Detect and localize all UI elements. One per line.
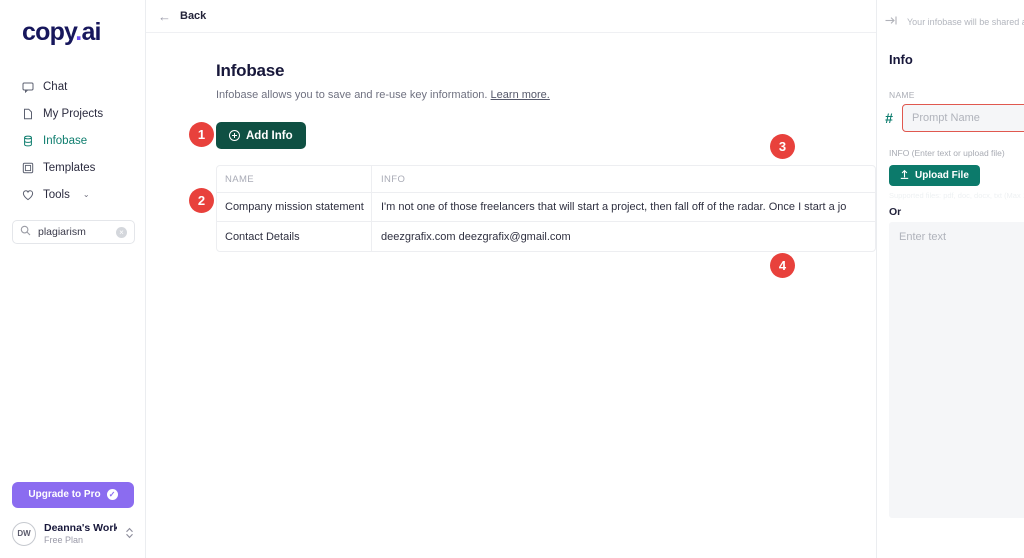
search-input[interactable] <box>38 226 109 238</box>
panel-title: Info <box>889 51 913 67</box>
hash-icon: # <box>885 110 893 126</box>
clear-circle-icon[interactable]: × <box>116 226 127 238</box>
panel-banner: Your infobase will be shared across your… <box>877 0 1024 31</box>
workspace-plan: Free Plan <box>44 534 84 545</box>
main-content: ← Back Infobase Infobase allows you to s… <box>146 0 876 558</box>
page-title: Infobase <box>216 61 285 80</box>
collapse-panel-icon[interactable] <box>885 13 898 31</box>
sidebar-item-tools[interactable]: Tools ⌄ <box>0 181 145 208</box>
supported-files-text: Supported files: pdf, doc, docx, txt (Ma… <box>889 191 1024 200</box>
table-row[interactable]: Company mission statement I'm not one of… <box>217 193 875 222</box>
sidebar-item-label: Templates <box>43 161 96 174</box>
or-label: Or <box>889 206 902 218</box>
step-marker-2: 2 <box>189 188 214 213</box>
table-header-cell-name: NAME <box>217 166 372 192</box>
infobase-page: Infobase Infobase allows you to save and… <box>146 33 876 252</box>
info-text-area[interactable] <box>889 222 1024 518</box>
check-badge-icon: ✓ <box>106 489 118 501</box>
sidebar-item-my-projects[interactable]: My Projects <box>0 100 145 127</box>
chevron-down-icon: ⌄ <box>82 190 90 199</box>
sidebar-item-label: Tools <box>43 188 70 201</box>
search-icon <box>20 223 31 241</box>
upgrade-label: Upgrade to Pro <box>28 489 101 501</box>
table-header-cell-info: INFO <box>372 166 875 192</box>
plus-circle-icon <box>229 130 240 141</box>
brand-logo[interactable]: copy.ai <box>22 18 145 47</box>
info-field-label: INFO (Enter text or upload file) <box>889 148 1005 158</box>
upgrade-to-pro-button[interactable]: Upgrade to Pro ✓ <box>12 481 134 508</box>
workspace-name: Deanna's Workspace <box>44 521 117 534</box>
panel-header: Info Save <box>877 31 1024 71</box>
infobase-table: NAME INFO Company mission statement I'm … <box>216 165 876 252</box>
sidebar: copy.ai Chat My Projects Infobase Templa… <box>0 0 146 558</box>
column-header-info: INFO <box>381 173 406 185</box>
table-cell-name: Company mission statement <box>217 193 372 221</box>
add-info-button[interactable]: Add Info <box>216 122 306 149</box>
sidebar-nav: Chat My Projects Infobase Templates Tool… <box>0 73 145 208</box>
upload-icon <box>900 169 909 182</box>
app-root: copy.ai Chat My Projects Infobase Templa… <box>0 0 1024 558</box>
tools-icon <box>22 189 34 201</box>
add-info-label: Add Info <box>246 129 293 142</box>
page-subtitle: Infobase allows you to save and re-use k… <box>216 89 876 101</box>
name-field-row: # <box>877 104 1024 132</box>
step-marker-4: 4 <box>770 253 795 278</box>
row-name-text: Company mission statement <box>225 201 364 213</box>
info-side-panel: Your infobase will be shared across your… <box>876 0 1024 558</box>
table-cell-name: Contact Details <box>217 222 372 251</box>
document-icon <box>22 108 34 120</box>
step-marker-3: 3 <box>770 134 795 159</box>
back-arrow-icon[interactable]: ← <box>158 10 171 23</box>
workspace-switcher[interactable]: DW Deanna's Workspace Free Plan <box>12 522 134 546</box>
sidebar-search[interactable]: × <box>12 220 135 244</box>
column-header-name: NAME <box>225 173 255 185</box>
avatar: DW <box>12 521 36 546</box>
table-cell-info: deezgrafix.com deezgrafix@gmail.com <box>372 222 875 251</box>
step-marker-1: 1 <box>189 122 214 147</box>
sidebar-item-label: My Projects <box>43 107 104 120</box>
sidebar-item-chat[interactable]: Chat <box>0 73 145 100</box>
table-cell-info: I'm not one of those freelancers that wi… <box>372 193 875 221</box>
sidebar-item-infobase[interactable]: Infobase <box>0 127 145 154</box>
chevron-updown-icon[interactable] <box>125 526 134 542</box>
brand-suffix: ai <box>81 18 101 46</box>
top-bar: ← Back <box>146 0 876 33</box>
row-info-text: I'm not one of those freelancers that wi… <box>381 201 847 213</box>
workspace-text: Deanna's Workspace Free Plan <box>44 522 117 546</box>
brand-name: copy <box>22 18 76 46</box>
upload-file-label: Upload File <box>915 170 969 181</box>
table-header-row: NAME INFO <box>217 166 875 193</box>
database-icon <box>22 135 34 147</box>
sidebar-footer: Upgrade to Pro ✓ DW Deanna's Workspace F… <box>0 481 146 558</box>
table-row[interactable]: Contact Details deezgrafix.com deezgrafi… <box>217 222 875 251</box>
text-area-wrapper: 0/20000 <box>889 222 1024 523</box>
row-name-text: Contact Details <box>225 230 300 243</box>
sidebar-item-label: Infobase <box>43 134 88 147</box>
subtitle-text: Infobase allows you to save and re-use k… <box>216 89 488 101</box>
back-button[interactable]: Back <box>180 10 206 22</box>
chat-bubble-icon <box>22 81 34 93</box>
prompt-name-input[interactable] <box>902 104 1024 132</box>
panel-banner-text: Your infobase will be shared across your… <box>907 17 1024 27</box>
sidebar-item-templates[interactable]: Templates <box>0 154 145 181</box>
upload-file-button[interactable]: Upload File <box>889 165 980 186</box>
row-info-text: deezgrafix.com deezgrafix@gmail.com <box>381 230 571 243</box>
name-field-label: NAME <box>889 90 915 100</box>
learn-more-link[interactable]: Learn more. <box>491 89 550 101</box>
template-icon <box>22 162 34 174</box>
sidebar-item-label: Chat <box>43 80 68 93</box>
